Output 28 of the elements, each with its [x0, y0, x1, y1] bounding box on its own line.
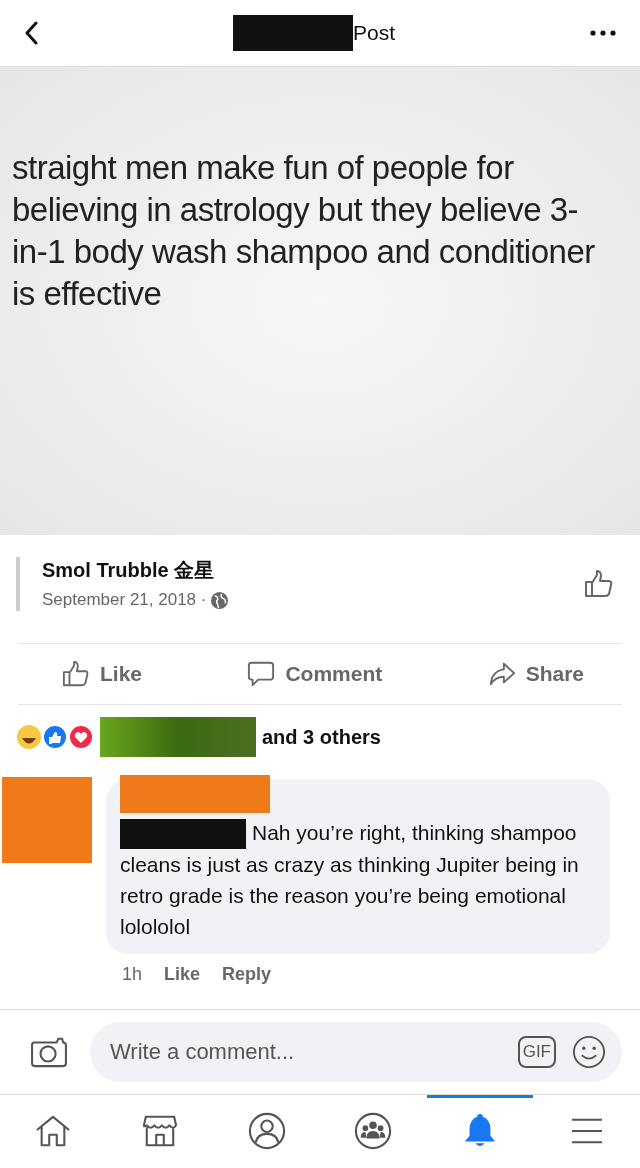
shop-icon: [141, 1113, 179, 1148]
post-date: September 21, 2018 ·: [42, 590, 207, 610]
comment-field[interactable]: Write a comment... GIF: [90, 1022, 622, 1083]
groups-icon: [354, 1111, 393, 1150]
header-title: Post: [353, 21, 395, 45]
thumbs-up-icon: [62, 660, 90, 688]
reaction-icons[interactable]: [16, 723, 94, 751]
like-link[interactable]: Like: [164, 964, 201, 986]
thumbs-up-icon[interactable]: [584, 569, 614, 599]
post-image-text: straight men make fun of people for believing in astrology but they believe 3-in-1 body wash shampoo and conditioner is effective: [12, 148, 596, 314]
action-button[interactable]: Like: [62, 660, 143, 688]
emoji-icon[interactable]: [572, 1035, 606, 1070]
action-button[interactable]: Comment: [247, 660, 383, 688]
more-icon[interactable]: [590, 30, 616, 36]
share-arrow-icon: [487, 660, 516, 688]
back-icon[interactable]: [24, 21, 38, 45]
reactions-count[interactable]: and 3 others: [262, 725, 381, 749]
profile-icon: [247, 1111, 286, 1150]
reply-link[interactable]: Reply: [222, 964, 272, 986]
menu-icon: [569, 1116, 604, 1145]
comment-text: Nah you’re right, thinking shampoo cleans is just as crazy as thinking Jupiter being in retro grade is the reason you’re being emotional lolololol: [120, 818, 580, 941]
speech-bubble-icon: [247, 660, 276, 688]
author-name[interactable]: Smol Trubble 金星: [42, 557, 584, 584]
globe-icon: [210, 590, 230, 610]
comment-time: 1h: [122, 964, 143, 986]
gif-button[interactable]: GIF: [517, 1036, 556, 1069]
action-button[interactable]: Share: [487, 660, 584, 688]
camera-icon[interactable]: [30, 1036, 68, 1069]
